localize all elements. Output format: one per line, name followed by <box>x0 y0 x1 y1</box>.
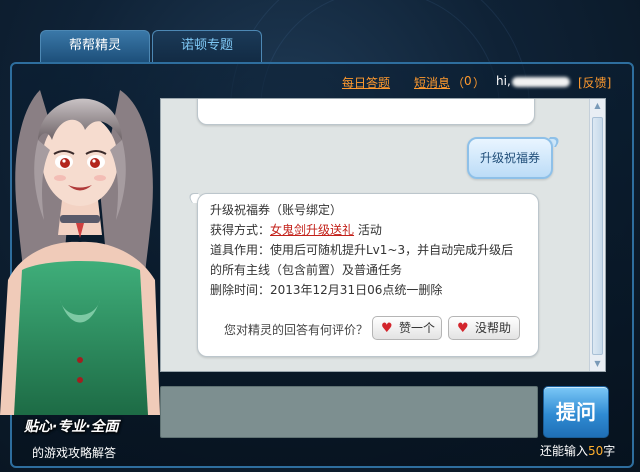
obtain-label: 获得方式： <box>210 223 271 237</box>
messages-count-close: ） <box>473 76 486 90</box>
daily-quiz-link[interactable]: 每日答题 <box>342 74 390 91</box>
greeting: hi, <box>496 74 511 88</box>
remaining-prefix: 还能输入 <box>540 444 589 458</box>
question-input[interactable] <box>160 386 538 438</box>
rating-question: 您对精灵的回答有何评价？ <box>224 323 369 337</box>
messages-count: 0 <box>464 74 472 88</box>
messages-link[interactable]: 短消息 <box>414 74 450 91</box>
tab-helper[interactable]: 帮帮精灵 <box>40 30 150 62</box>
user-message-bubble: 升级祝福券 <box>467 137 553 179</box>
answer-bubble: 升级祝福券（账号绑定） 获得方式：女鬼剑升级送礼 活动 道具作用：使用后可随机提… <box>197 193 539 357</box>
top-links-bar: 每日答题 短消息 （ 0 ） hi, [反馈] <box>330 74 630 90</box>
not-helpful-button[interactable]: ♥ 没帮助 <box>448 316 520 340</box>
chat-scrollbar[interactable]: ▲ ▼ <box>589 99 605 371</box>
username-redacted <box>512 77 570 87</box>
answer-title: 升级祝福券（账号绑定） <box>210 203 343 217</box>
heart-icon: ♥ <box>381 321 393 336</box>
not-helpful-button-label: 没帮助 <box>475 321 512 335</box>
previous-answer-bubble <box>197 99 535 125</box>
delete-time: 删除时间：2013年12月31日06点统一删除 <box>210 283 443 297</box>
obtain-suffix: 活动 <box>354 223 382 237</box>
remaining-count: 50 <box>588 444 604 458</box>
messages-count-open: （ <box>452 76 465 90</box>
scroll-up-arrow-icon[interactable]: ▲ <box>590 99 605 113</box>
chat-history[interactable]: 升级祝福券 升级祝福券（账号绑定） 获得方式：女鬼剑升级送礼 活动 道具作用：使… <box>160 98 606 372</box>
obtain-line: 获得方式：女鬼剑升级送礼 活动 <box>210 220 382 240</box>
event-link[interactable]: 女鬼剑升级送礼 <box>270 223 354 237</box>
ask-button[interactable]: 提问 <box>543 386 609 438</box>
slogan-subtitle: 的游戏攻略解答 <box>32 446 117 460</box>
tab-norton-topic[interactable]: 诺顿专题 <box>152 30 262 62</box>
remaining-suffix: 字 <box>603 444 616 458</box>
slogan: 贴心·专业·全面 <box>24 419 119 435</box>
scroll-down-arrow-icon[interactable]: ▼ <box>590 357 605 371</box>
broken-heart-icon: ♥ <box>457 321 469 336</box>
usage-line-2: 的所有主线（包含前置）及普通任务 <box>210 263 403 277</box>
mascot-character-illustration <box>0 90 160 415</box>
feedback-link[interactable]: [反馈] <box>578 74 611 91</box>
helper-app-window: 帮帮精灵 诺顿专题 每日答题 短消息 （ 0 ） hi, [反馈] 升级祝福券 … <box>0 0 640 472</box>
like-button[interactable]: ♥ 赞一个 <box>372 316 442 340</box>
usage-line-1: 道具作用：使用后可随机提升Lv1~3，并自动完成升级后 <box>210 243 514 257</box>
scroll-thumb[interactable] <box>592 117 603 355</box>
remaining-chars: 还能输入50字 <box>540 442 615 459</box>
like-button-label: 赞一个 <box>399 321 436 335</box>
